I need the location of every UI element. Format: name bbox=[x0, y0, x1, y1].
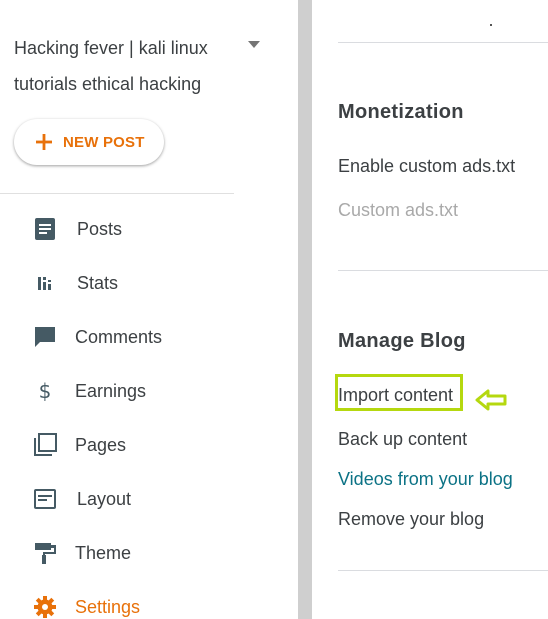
new-post-label: NEW POST bbox=[63, 133, 145, 151]
sidebar-item-label: Layout bbox=[77, 489, 132, 509]
truncated-content-mark bbox=[490, 24, 492, 26]
pages-icon bbox=[33, 433, 57, 457]
comment-icon bbox=[33, 325, 57, 349]
new-post-button[interactable]: NEW POST bbox=[14, 119, 164, 165]
remove-blog-link[interactable]: Remove your blog bbox=[338, 508, 484, 530]
section-divider bbox=[338, 570, 548, 571]
dropdown-caret-icon[interactable] bbox=[246, 38, 262, 50]
layout-icon bbox=[33, 487, 57, 511]
sidebar-item-label: Comments bbox=[75, 327, 163, 347]
sidebar-item-label: Settings bbox=[75, 597, 141, 617]
blog-title-line-2: tutorials ethical hacking bbox=[14, 74, 202, 94]
sidebar-item-earnings[interactable]: $ Earnings bbox=[0, 371, 296, 411]
sidebar-item-comments[interactable]: Comments bbox=[0, 317, 296, 357]
sidebar-item-stats[interactable]: Stats bbox=[0, 263, 296, 303]
sidebar-item-label: Posts bbox=[77, 219, 123, 239]
section-divider bbox=[338, 42, 548, 43]
svg-text:$: $ bbox=[39, 379, 52, 403]
blogger-settings-screen: Hacking fever | kali linux tutorials eth… bbox=[0, 0, 548, 619]
highlight-annotation-box bbox=[335, 374, 463, 411]
sidebar-item-posts[interactable]: Posts bbox=[0, 209, 296, 249]
sidebar-item-theme[interactable]: Theme bbox=[0, 533, 296, 573]
back-up-content-link[interactable]: Back up content bbox=[338, 428, 467, 450]
plus-icon bbox=[35, 133, 53, 151]
sidebar-item-label: Earnings bbox=[75, 381, 147, 401]
enable-custom-ads-txt-setting[interactable]: Enable custom ads.txt bbox=[338, 155, 515, 177]
blog-title-line-1: Hacking fever | kali linux bbox=[14, 38, 208, 58]
sidebar-item-layout[interactable]: Layout bbox=[0, 479, 296, 519]
videos-from-blog-link[interactable]: Videos from your blog bbox=[338, 468, 513, 490]
blog-selector[interactable]: Hacking fever | kali linux tutorials eth… bbox=[14, 30, 232, 102]
gear-icon bbox=[33, 595, 57, 619]
stats-icon bbox=[33, 271, 57, 295]
left-arrow-icon bbox=[474, 388, 508, 412]
sidebar-item-label: Stats bbox=[77, 273, 119, 293]
sidebar: Hacking fever | kali linux tutorials eth… bbox=[0, 0, 298, 619]
paint-roller-icon bbox=[33, 541, 57, 565]
section-divider bbox=[338, 270, 548, 271]
custom-ads-txt-setting[interactable]: Custom ads.txt bbox=[338, 199, 458, 221]
sidebar-item-label: Theme bbox=[75, 543, 132, 563]
sidebar-item-label: Pages bbox=[75, 435, 127, 455]
sidebar-item-settings[interactable]: Settings bbox=[0, 587, 296, 619]
posts-icon bbox=[33, 217, 57, 241]
dollar-icon: $ bbox=[33, 379, 57, 403]
sidebar-scrollbar[interactable] bbox=[298, 0, 312, 619]
manage-blog-section-title: Manage Blog bbox=[338, 330, 466, 352]
monetization-section-title: Monetization bbox=[338, 101, 464, 123]
sidebar-item-pages[interactable]: Pages bbox=[0, 425, 296, 465]
sidebar-divider bbox=[0, 193, 234, 194]
